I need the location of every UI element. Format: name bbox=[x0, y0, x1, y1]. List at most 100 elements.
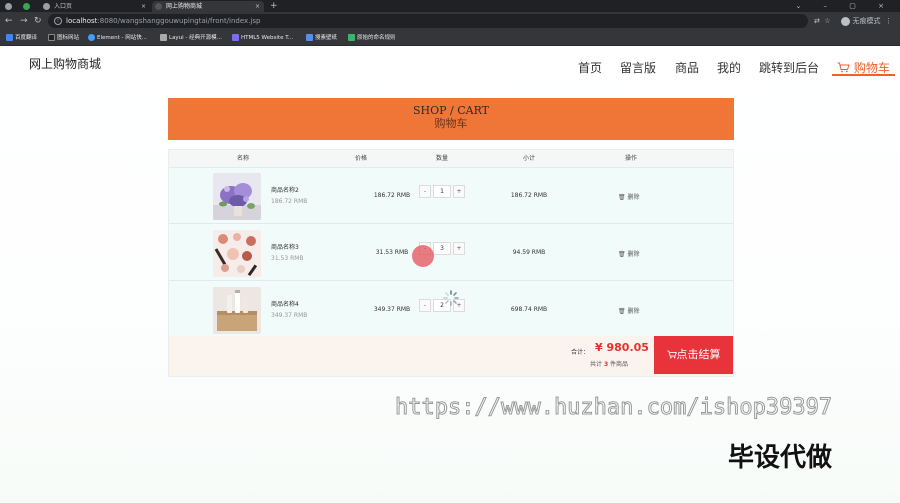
nav-products[interactable]: 商品 bbox=[675, 59, 699, 76]
tab-favicon bbox=[23, 3, 30, 10]
loading-spinner-icon bbox=[443, 290, 459, 306]
bookmark-icon bbox=[48, 34, 55, 41]
qty-minus-button[interactable]: - bbox=[419, 299, 431, 312]
forward-icon[interactable]: → bbox=[20, 15, 28, 27]
bookmark-icon bbox=[348, 34, 355, 41]
column-header-price: 价格 bbox=[354, 155, 368, 162]
product-image-gift-box[interactable] bbox=[213, 287, 261, 334]
table-row: 商品名称2 186.72 RMB 186.72 RMB - 1 + 186.72… bbox=[169, 168, 733, 224]
bookmark-item[interactable]: Element - 网站快... bbox=[88, 30, 147, 46]
bookmark-item[interactable]: Layui - 经典开源模... bbox=[160, 30, 222, 46]
tab-favicon bbox=[155, 3, 162, 10]
nav-home[interactable]: 首页 bbox=[578, 59, 602, 76]
menu-icon[interactable]: ⋮ bbox=[885, 17, 892, 25]
column-header-name: 名称 bbox=[236, 155, 250, 162]
delete-button[interactable]: 🗑 删除 bbox=[618, 306, 640, 315]
tab-label: 网上购物商城 bbox=[166, 3, 203, 10]
product-subtotal: 698.74 RMB bbox=[510, 306, 548, 313]
bookmark-item[interactable]: 原始的命名规则 bbox=[348, 30, 396, 46]
table-header: 名称 价格 数量 小计 操作 bbox=[169, 150, 733, 168]
bookmark-icon bbox=[160, 34, 167, 41]
bookmark-item[interactable]: 搜素壁纸 bbox=[306, 30, 337, 46]
product-name[interactable]: 商品名称3 bbox=[271, 242, 299, 251]
page: 网上购物商城 首页 留言版 商品 我的 跳转到后台 购物车 SHOP / CAR… bbox=[0, 46, 900, 503]
cart-icon bbox=[837, 62, 850, 73]
delete-button[interactable]: 🗑 删除 bbox=[618, 249, 640, 258]
delete-label: 删除 bbox=[627, 308, 640, 315]
page-banner: SHOP / CART 购物车 bbox=[168, 98, 734, 140]
info-icon[interactable]: i bbox=[54, 17, 62, 25]
nav-guestbook[interactable]: 留言版 bbox=[620, 59, 656, 76]
total-value: ¥ 980.05 bbox=[595, 341, 649, 354]
bookmark-item[interactable]: HTML5 Website T... bbox=[232, 30, 293, 46]
reload-icon[interactable]: ↻ bbox=[34, 15, 42, 27]
bookmarks-bar: 百度翻译 图标网站 Element - 网站快... Layui - 经典开源模… bbox=[0, 30, 900, 46]
browser-tab-strip: 入口页 × 网上购物商城 × + ⌄ – ▢ × bbox=[0, 0, 900, 12]
click-indicator bbox=[412, 245, 434, 267]
browser-tab[interactable] bbox=[20, 1, 36, 12]
product-subtotal: 94.59 RMB bbox=[512, 249, 546, 256]
incognito-avatar-icon[interactable] bbox=[840, 16, 850, 26]
delete-button[interactable]: 🗑 删除 bbox=[618, 192, 640, 201]
url-host: localhost bbox=[66, 17, 98, 25]
trash-icon: 🗑 bbox=[618, 194, 626, 201]
lavender-flowers-image bbox=[213, 173, 261, 220]
tab-favicon bbox=[5, 3, 12, 10]
qty-minus-button[interactable]: - bbox=[419, 185, 431, 198]
product-name[interactable]: 商品名称4 bbox=[271, 299, 299, 308]
url-text: localhost:8080/wangshanggouwupingtai/fro… bbox=[66, 14, 260, 28]
toolbar-right: ⇄ ☆ 无痕模式 ⋮ bbox=[814, 15, 892, 27]
cosmetics-image bbox=[213, 230, 261, 277]
item-count-value: 3 bbox=[603, 361, 609, 368]
product-price: 349.37 RMB bbox=[373, 306, 411, 313]
nav-admin[interactable]: 跳转到后台 bbox=[759, 59, 819, 76]
address-bar: ← → ↻ i localhost:8080/wangshanggouwupin… bbox=[0, 12, 900, 30]
bookmark-icon bbox=[232, 34, 239, 41]
product-price: 186.72 RMB bbox=[373, 192, 411, 199]
close-icon[interactable]: × bbox=[255, 1, 260, 12]
table-row: 商品名称3 31.53 RMB 31.53 RMB - 3 + 94.59 RM… bbox=[169, 225, 733, 281]
browser-tab[interactable]: 入口页 × bbox=[40, 1, 150, 12]
product-unit-price: 349.37 RMB bbox=[271, 312, 308, 319]
browser-tab-active[interactable]: 网上购物商城 × bbox=[152, 1, 264, 12]
trash-icon: 🗑 bbox=[618, 308, 626, 315]
bookmark-item[interactable]: 百度翻译 bbox=[6, 30, 37, 46]
qty-plus-button[interactable]: + bbox=[453, 242, 465, 255]
checkout-button[interactable]: 点击结算 bbox=[654, 336, 733, 374]
browser-tab[interactable] bbox=[2, 1, 18, 12]
product-unit-price: 186.72 RMB bbox=[271, 198, 308, 205]
url-input[interactable]: i localhost:8080/wangshanggouwupingtai/f… bbox=[48, 14, 808, 28]
item-count: 共计 3 件商品 bbox=[590, 361, 629, 368]
site-logo[interactable]: 网上购物商城 bbox=[29, 55, 101, 72]
delete-label: 删除 bbox=[627, 251, 640, 258]
new-tab-icon[interactable]: + bbox=[270, 0, 278, 12]
bookmark-icon bbox=[306, 34, 313, 41]
window-controls[interactable]: ⌄ – ▢ × bbox=[795, 0, 894, 12]
watermark-url: https://www.huzhan.com/ishop39397 bbox=[394, 395, 833, 421]
gift-box-image bbox=[213, 287, 261, 334]
product-image-cosmetics[interactable] bbox=[213, 230, 261, 277]
profile-label[interactable]: 无痕模式 bbox=[853, 17, 881, 25]
product-name[interactable]: 商品名称2 bbox=[271, 185, 299, 194]
delete-label: 删除 bbox=[627, 194, 640, 201]
bookmark-item[interactable]: 图标网站 bbox=[48, 30, 79, 46]
bookmark-icon bbox=[6, 34, 13, 41]
product-subtotal: 186.72 RMB bbox=[510, 192, 548, 199]
tab-label: 入口页 bbox=[54, 3, 73, 10]
star-icon[interactable]: ☆ bbox=[824, 17, 830, 25]
active-nav-underline bbox=[832, 74, 895, 76]
bookmark-icon bbox=[88, 34, 95, 41]
nav-cart-label: 购物车 bbox=[853, 61, 890, 75]
cart-table: 名称 价格 数量 小计 操作 商品名称2 186.72 RMB 186.72 R… bbox=[168, 149, 734, 377]
back-icon[interactable]: ← bbox=[5, 15, 13, 27]
cart-summary: 合计： ¥ 980.05 共计 3 件商品 点击结算 bbox=[169, 336, 733, 376]
qty-input[interactable]: 3 bbox=[433, 242, 451, 255]
url-path: :8080/wangshanggouwupingtai/front/index.… bbox=[97, 17, 261, 25]
qty-plus-button[interactable]: + bbox=[453, 185, 465, 198]
nav-mine[interactable]: 我的 bbox=[717, 59, 741, 76]
product-image-lavender[interactable] bbox=[213, 173, 261, 220]
banner-title-zh: 购物车 bbox=[434, 117, 468, 130]
close-icon[interactable]: × bbox=[141, 1, 146, 12]
translate-icon[interactable]: ⇄ bbox=[814, 17, 820, 25]
qty-input[interactable]: 1 bbox=[433, 185, 451, 198]
